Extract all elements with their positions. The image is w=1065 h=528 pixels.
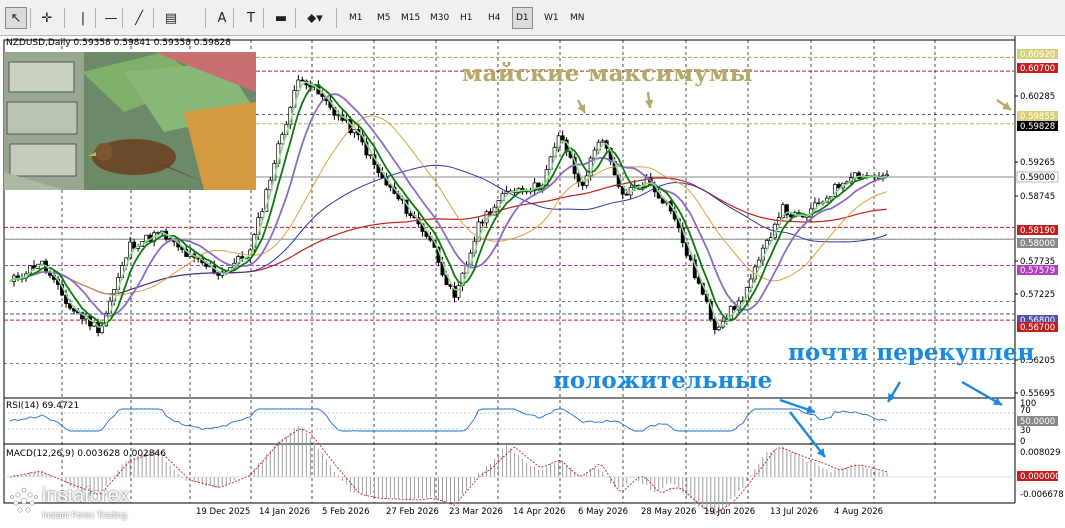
toolbar-separator xyxy=(295,8,296,28)
price-label-0.59265: 0.59265 xyxy=(1020,158,1055,168)
chart-toolbar: ↖ ✛ | — ╱ ▤ A T ▬ ⬥▾ M1 M5 M15 M30 H1 H4 D1 W1 MN xyxy=(0,0,1065,36)
annotation-positive: положительные xyxy=(553,367,773,394)
timeframe-m1-button[interactable]: M1 xyxy=(345,7,367,29)
date-label: 23 Mar 2026 xyxy=(449,507,503,517)
currency-photo xyxy=(4,52,256,190)
timeframe-h4-button[interactable]: H4 xyxy=(484,7,505,29)
candle-body xyxy=(368,154,373,157)
price-label-0.59000: 0.59000 xyxy=(1020,173,1055,183)
price-label-0.58190: 0.58190 xyxy=(1020,226,1055,236)
candle-body xyxy=(456,285,461,298)
timeframe-w1-button[interactable]: W1 xyxy=(540,7,563,29)
price-label-0.59855: 0.59855 xyxy=(1020,112,1055,122)
toolbar-separator xyxy=(64,8,65,28)
toolbar-separator xyxy=(122,8,123,28)
toolbar-separator xyxy=(205,8,206,28)
text-icon[interactable]: A xyxy=(211,7,233,29)
macd-level--0.006678: -0.006678 xyxy=(1020,490,1064,500)
date-label: 5 Feb 2026 xyxy=(322,507,370,517)
timeframe-d1-button[interactable]: D1 xyxy=(512,7,533,29)
fibonacci-icon[interactable]: ▤ xyxy=(160,7,182,29)
candle-body xyxy=(624,193,629,196)
rsi-level-0: 0 xyxy=(1020,437,1025,447)
logo-wordmark: instaforex xyxy=(42,485,129,507)
price-label-0.57579: 0.57579 xyxy=(1020,266,1055,276)
price-label-0.60285: 0.60285 xyxy=(1020,92,1055,102)
date-label: 27 Feb 2026 xyxy=(386,507,439,517)
chart-symbol-header: NZDUSD,Daily 0.59358 0.59841 0.59358 0.5… xyxy=(6,38,232,48)
toolbar-separator xyxy=(336,8,337,28)
candle-body xyxy=(560,135,565,141)
macd-level-0.000000: 0.000000 xyxy=(1020,472,1061,482)
price-label-0.58745: 0.58745 xyxy=(1020,192,1055,202)
toolbar-separator xyxy=(263,8,264,28)
toolbar-separator xyxy=(233,8,234,28)
date-label: 6 May 2026 xyxy=(578,507,628,517)
price-label-0.60920: 0.60920 xyxy=(1020,50,1055,60)
rsi-indicator-label: RSI(14) 69.4721 xyxy=(6,401,80,411)
timeframe-m5-button[interactable]: M5 xyxy=(373,7,395,29)
horizontal-line-icon[interactable]: — xyxy=(100,7,122,29)
rsi-level-30: 30 xyxy=(1020,426,1031,436)
candle-body xyxy=(336,114,341,117)
date-label: 19 Jun 2026 xyxy=(704,507,755,517)
date-label: 13 Jul 2026 xyxy=(770,507,818,517)
timeframe-m15-button[interactable]: M15 xyxy=(397,7,424,29)
candle-body xyxy=(480,221,485,224)
banknotes-image xyxy=(4,52,256,190)
candle-body xyxy=(40,260,44,265)
rsi-level-70: 70 xyxy=(1020,406,1031,416)
date-label: 14 Jan 2026 xyxy=(259,507,310,517)
candle-body xyxy=(580,182,585,186)
vertical-line-icon[interactable]: | xyxy=(72,7,94,29)
annotation-almost-overbought: почти перекуплен xyxy=(788,339,1035,366)
date-label: 28 May 2026 xyxy=(641,507,696,517)
price-label-0.59828: 0.59828 xyxy=(1020,122,1055,132)
rectangle-icon[interactable]: ▬ xyxy=(270,7,292,29)
label-icon[interactable]: T xyxy=(240,7,262,29)
price-label-0.55695: 0.55695 xyxy=(1020,389,1055,399)
logo-tagline: Instant Forex Trading xyxy=(42,510,128,520)
annotation-may-highs: майские максимумы xyxy=(462,60,754,87)
candle-body xyxy=(788,214,793,218)
date-label: 4 Aug 2026 xyxy=(834,507,883,517)
candle-body xyxy=(716,326,721,330)
timeframe-m30-button[interactable]: M30 xyxy=(426,7,453,29)
candle-body xyxy=(600,140,605,143)
candle-body xyxy=(352,129,357,134)
candle-body xyxy=(408,213,413,217)
shapes-dropdown-icon[interactable]: ⬥▾ xyxy=(300,7,330,29)
toolbar-separator xyxy=(95,8,96,28)
price-label-0.56700: 0.56700 xyxy=(1020,323,1055,333)
price-label-0.60700: 0.60700 xyxy=(1020,64,1055,74)
macd-level-0.008029: 0.008029 xyxy=(1020,448,1061,458)
timeframe-mn-button[interactable]: MN xyxy=(566,7,589,29)
candle-body xyxy=(156,232,161,234)
toolbar-separator xyxy=(30,8,31,28)
timeframe-h1-button[interactable]: H1 xyxy=(456,7,477,29)
date-label: 14 Apr 2026 xyxy=(513,507,566,517)
toolbar-separator xyxy=(153,8,154,28)
rsi-panel-frame xyxy=(3,397,1016,445)
candle-body xyxy=(300,79,305,82)
price-label-0.57225: 0.57225 xyxy=(1020,290,1055,300)
price-label-0.58000: 0.58000 xyxy=(1020,239,1055,249)
crosshair-icon[interactable]: ✛ xyxy=(36,7,58,29)
macd-indicator-label: MACD(12,26,9) 0.003628 0.002846 xyxy=(6,449,166,459)
date-label: 19 Dec 2025 xyxy=(196,507,250,517)
cursor-icon[interactable]: ↖ xyxy=(5,7,27,29)
trendline-icon[interactable]: ╱ xyxy=(128,7,150,29)
